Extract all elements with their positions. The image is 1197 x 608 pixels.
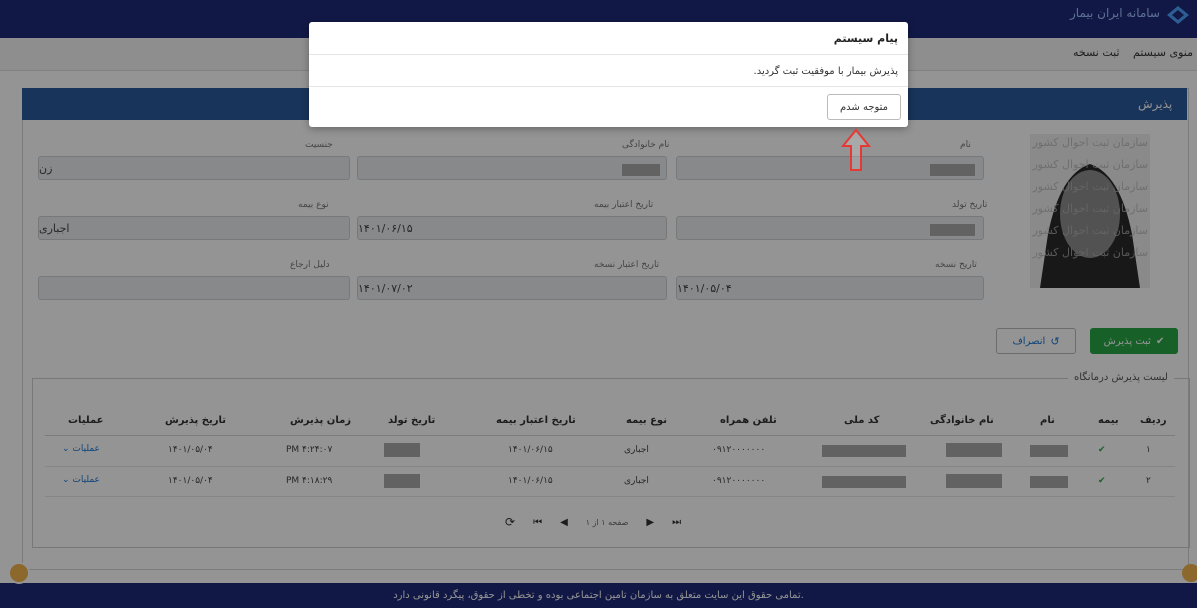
system-message-modal: پیام سیستم پذیرش بیمار با موفقیت ثبت گرد… — [309, 22, 908, 127]
modal-header-divider — [309, 54, 908, 55]
modal-title: پیام سیستم — [833, 32, 898, 45]
modal-footer-divider — [309, 86, 908, 87]
annotation-arrow-icon — [840, 128, 872, 172]
modal-message: پذیرش بیمار با موفقیت ثبت گردید. — [753, 66, 898, 77]
ok-button[interactable]: متوجه شدم — [827, 94, 901, 120]
